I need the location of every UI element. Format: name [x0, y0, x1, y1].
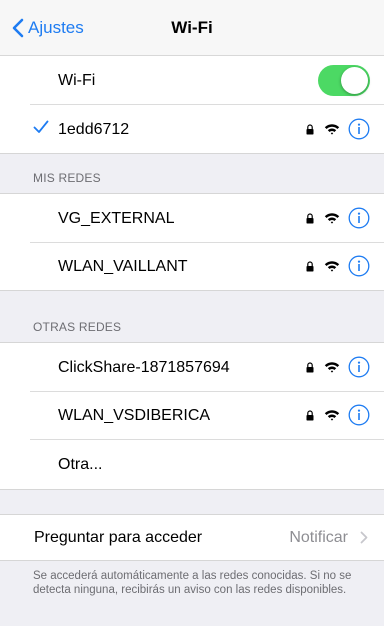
checkmark-icon: [33, 120, 49, 133]
network-status-icons: [306, 355, 370, 379]
wifi-settings-screen: Ajustes Wi-Fi Wi-Fi 1edd6712 MIS REDES V…: [0, 0, 384, 626]
lock-icon: [306, 260, 314, 271]
divider: [0, 290, 384, 291]
ask-to-join-description: Se accederá automáticamente a las redes …: [33, 570, 352, 596]
network-name: VG_EXTERNAL: [58, 209, 175, 227]
network-row[interactable]: VG_EXTERNAL: [0, 194, 384, 243]
info-icon[interactable]: [348, 207, 370, 229]
chevron-right-icon: [360, 531, 368, 544]
lock-icon: [306, 123, 314, 134]
other-network-label: Otra...: [58, 455, 103, 473]
ask-to-join-value: Notificar: [289, 528, 348, 546]
network-status-icons: [306, 117, 370, 141]
wifi-icon: [324, 213, 340, 224]
network-name: ClickShare-1871857694: [58, 358, 230, 376]
network-row[interactable]: WLAN_VSDIBERICA: [0, 391, 384, 440]
connected-network-name: 1edd6712: [58, 120, 130, 138]
info-icon[interactable]: [348, 356, 370, 378]
wifi-icon: [324, 410, 340, 421]
info-icon[interactable]: [348, 255, 370, 277]
connected-network-row[interactable]: 1edd6712: [0, 105, 384, 154]
network-name: WLAN_VSDIBERICA: [58, 406, 211, 424]
toggle-knob: [341, 67, 368, 94]
divider: [0, 560, 384, 561]
wifi-toggle[interactable]: [318, 65, 370, 96]
lock-icon: [306, 409, 314, 420]
wifi-toggle-label: Wi-Fi: [58, 71, 96, 89]
network-status-icons: [306, 206, 370, 230]
my-networks-header: MIS REDES: [33, 171, 101, 185]
network-status-icons: [306, 403, 370, 427]
other-networks-group: ClickShare-1871857694 WLAN_VSDIBERICA Ot…: [0, 343, 384, 489]
lock-icon: [306, 212, 314, 223]
other-networks-header: OTRAS REDES: [33, 320, 122, 334]
page-title: Wi-Fi: [171, 18, 213, 37]
ask-to-join-label: Preguntar para acceder: [34, 528, 203, 546]
divider: [0, 489, 384, 490]
lock-icon: [306, 361, 314, 372]
other-network-row[interactable]: Otra...: [0, 440, 384, 489]
network-name: WLAN_VAILLANT: [58, 257, 188, 275]
network-row[interactable]: ClickShare-1871857694: [0, 343, 384, 392]
ask-to-join-row[interactable]: Preguntar para acceder Notificar: [0, 515, 384, 560]
network-status-icons: [306, 254, 370, 278]
divider: [0, 153, 384, 154]
navigation-bar: Ajustes Wi-Fi: [0, 0, 384, 56]
wifi-icon: [324, 261, 340, 272]
info-icon[interactable]: [348, 118, 370, 140]
ask-to-join-group: Preguntar para acceder Notificar: [0, 515, 384, 560]
wifi-icon: [324, 124, 340, 135]
wifi-icon: [324, 362, 340, 373]
wifi-toggle-row: Wi-Fi: [0, 56, 384, 105]
info-icon[interactable]: [348, 404, 370, 426]
wifi-main-group: Wi-Fi 1edd6712: [0, 56, 384, 153]
network-row[interactable]: WLAN_VAILLANT: [0, 242, 384, 291]
my-networks-group: VG_EXTERNAL WLAN_VAILLANT: [0, 194, 384, 290]
